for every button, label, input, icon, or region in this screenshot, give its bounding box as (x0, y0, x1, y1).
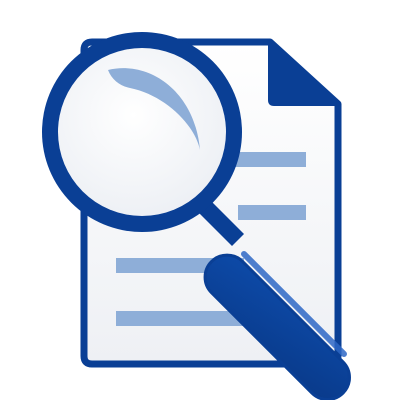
document-search-svg (42, 32, 351, 400)
document-search-icon (0, 0, 400, 400)
text-line (238, 205, 306, 220)
text-line (230, 152, 306, 167)
document-fold-corner (268, 40, 340, 106)
